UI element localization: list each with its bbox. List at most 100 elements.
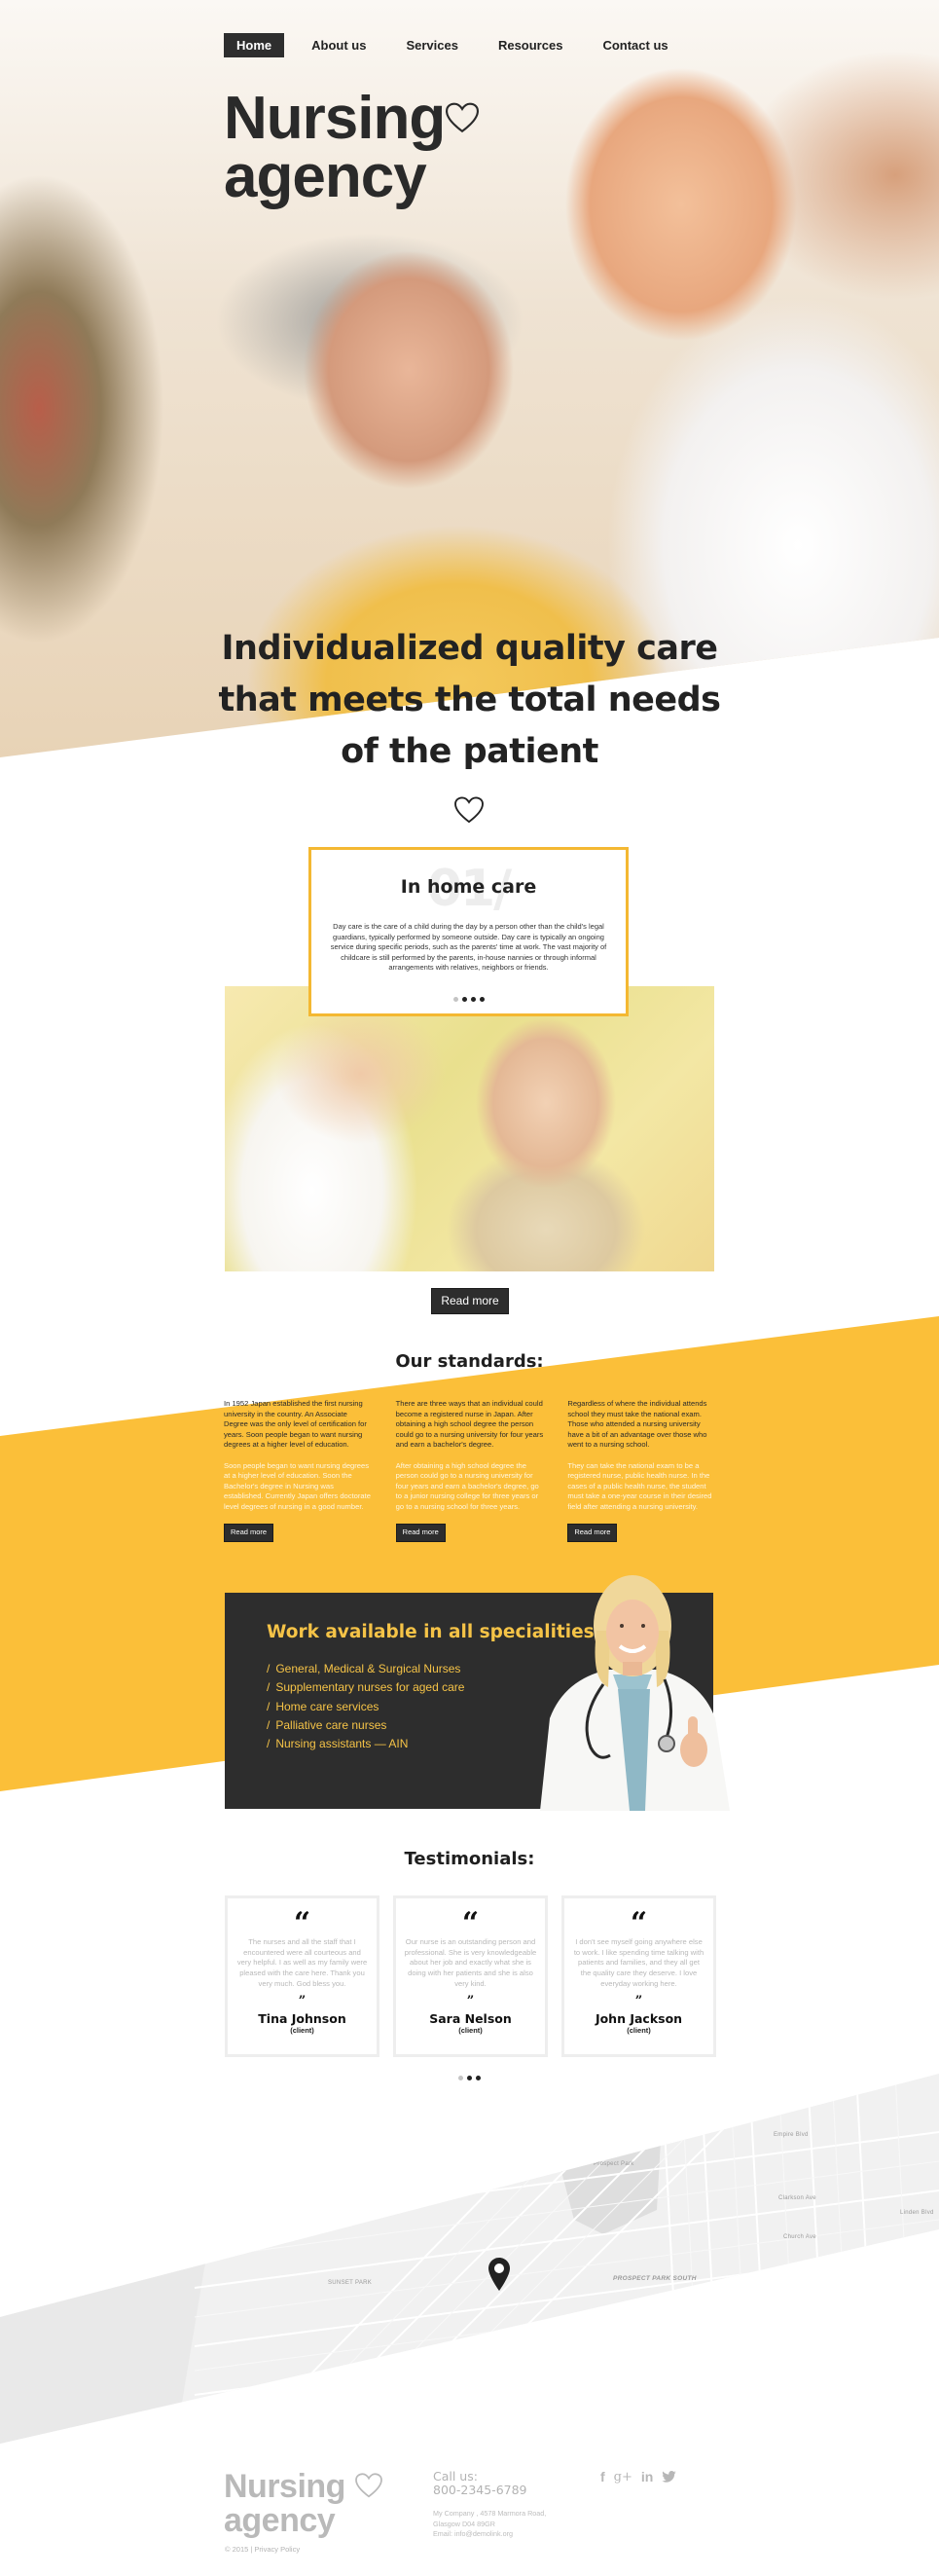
map-pin-icon[interactable] bbox=[488, 2258, 510, 2291]
address-block: My Company , 4578 Marmora Road, Glasgow … bbox=[433, 2509, 546, 2540]
phone-number[interactable]: 800-2345-6789 bbox=[433, 2484, 527, 2497]
open-quote-icon: “ bbox=[630, 1906, 648, 1940]
slider-dot[interactable] bbox=[479, 997, 485, 1002]
map-label: NEW YORK bbox=[8, 2234, 42, 2240]
testimonial-card: “ Our nurse is an outstanding person and… bbox=[393, 1895, 548, 2057]
contact-phone-block: Call us: 800-2345-6789 bbox=[433, 2470, 527, 2497]
tagline-line-3: of the patient bbox=[341, 732, 598, 771]
testimonial-page-dot[interactable] bbox=[458, 2076, 463, 2080]
privacy-policy-link[interactable]: Privacy Policy bbox=[254, 2545, 300, 2554]
heart-outline-icon bbox=[454, 796, 484, 824]
nav-item-resources[interactable]: Resources bbox=[486, 33, 575, 57]
copyright-text: © 2015 | bbox=[225, 2545, 253, 2554]
twitter-icon[interactable] bbox=[662, 2471, 677, 2483]
nav-item-contact-us[interactable]: Contact us bbox=[590, 33, 680, 57]
site-logo[interactable]: Nursing agency bbox=[224, 85, 479, 207]
standards-column: There are three ways that an individual … bbox=[395, 1399, 544, 1542]
logo-line-1: Nursing bbox=[224, 85, 446, 152]
testimonial-text: The nurses and all the staff that I enco… bbox=[236, 1937, 368, 1988]
testimonial-role: (client) bbox=[627, 2025, 651, 2035]
testimonial-card: “ I don't see myself going anywhere else… bbox=[561, 1895, 716, 2057]
testimonial-role: (client) bbox=[458, 2025, 483, 2035]
map-label: Clarendon Rd bbox=[786, 2295, 826, 2300]
map-label: Clarkson Ave bbox=[778, 2195, 816, 2201]
speciality-label: General, Medical & Surgical Nurses bbox=[275, 1662, 461, 1675]
footer-logo[interactable]: Nursing agency bbox=[224, 2468, 382, 2539]
standards-body-text: After obtaining a high school degree the… bbox=[395, 1460, 539, 1511]
map-label: BOROUGH PARK bbox=[469, 2385, 525, 2392]
specialities-list: / General, Medical & Surgical Nurses / Sup… bbox=[267, 1660, 464, 1753]
open-quote-icon: “ bbox=[293, 1906, 311, 1940]
heart-outline-icon bbox=[355, 2473, 382, 2498]
read-more-button[interactable]: Read more bbox=[567, 1524, 618, 1542]
map-label: NEW JERSEY bbox=[2, 2227, 44, 2233]
main-nav: Home About us Services Resources Contact… bbox=[224, 33, 696, 57]
slider-dot[interactable] bbox=[452, 997, 458, 1002]
nav-item-about-us[interactable]: About us bbox=[299, 33, 379, 57]
linkedin-icon[interactable]: in bbox=[641, 2469, 653, 2484]
service-description: Day care is the care of a child during t… bbox=[330, 922, 607, 972]
tagline-line-2: that meets the total needs bbox=[218, 681, 721, 719]
slash-bullet: / bbox=[267, 1699, 271, 1713]
call-us-label: Call us: bbox=[433, 2469, 478, 2484]
footer-logo-line-2: agency bbox=[224, 2502, 336, 2539]
speciality-label: Palliative care nurses bbox=[275, 1717, 387, 1732]
facebook-icon[interactable]: f bbox=[600, 2469, 605, 2484]
service-title: In home care bbox=[400, 876, 537, 898]
map-label: SUNSET PARK bbox=[328, 2280, 373, 2286]
standards-body-text: They can take the national exam to be a … bbox=[567, 1460, 712, 1511]
testimonial-card: “ The nurses and all the staff that I en… bbox=[225, 1895, 379, 2057]
map-label: Avenue D bbox=[791, 2313, 819, 2319]
testimonial-page-dot[interactable] bbox=[467, 2076, 472, 2080]
testimonials-pagination bbox=[0, 2076, 939, 2080]
map-label: Church Ave bbox=[783, 2234, 816, 2240]
testimonial-text: I don't see myself going anywhere else t… bbox=[573, 1937, 704, 1988]
slider-dot[interactable] bbox=[470, 997, 476, 1002]
testimonial-author: Sara Nelson bbox=[429, 2010, 512, 2026]
testimonials-list: “ The nurses and all the staff that I en… bbox=[225, 1895, 716, 2057]
slider-dot[interactable] bbox=[461, 997, 467, 1002]
footer-logo-line-1: Nursing bbox=[224, 2468, 345, 2505]
read-more-button[interactable]: Read more bbox=[395, 1524, 446, 1542]
map-label: FLATBUSH - DITMAS PARK bbox=[632, 2314, 722, 2321]
speciality-item: / Nursing assistants — AIN bbox=[267, 1735, 464, 1753]
doctor-thumbs-up-photo bbox=[540, 1575, 730, 1811]
standards-body-text: Soon people began to want nursing degree… bbox=[224, 1460, 371, 1511]
map-label: PROSPECT PARK SOUTH bbox=[613, 2275, 697, 2282]
testimonial-author: Tina Johnson bbox=[258, 2010, 346, 2026]
speciality-label: Nursing assistants — AIN bbox=[275, 1737, 409, 1751]
email-link[interactable]: Email: info@demolink.org bbox=[433, 2529, 546, 2540]
google-plus-icon[interactable]: g+ bbox=[614, 2470, 632, 2484]
map-label: Foster Ave bbox=[791, 2332, 822, 2337]
speciality-label: Supplementary nurses for aged care bbox=[275, 1680, 465, 1695]
map-label: SOUTH SLOPE bbox=[481, 2159, 525, 2165]
standards-title: Our standards: bbox=[395, 1351, 544, 1372]
nav-item-services[interactable]: Services bbox=[393, 33, 471, 57]
address-line-1: My Company , 4578 Marmora Road, bbox=[433, 2509, 547, 2518]
map-label: Prospect Park bbox=[594, 2161, 634, 2167]
read-more-button[interactable]: Read more bbox=[224, 1524, 274, 1542]
speciality-item: / Palliative care nurses bbox=[267, 1716, 464, 1735]
speciality-item: / Supplementary nurses for aged care bbox=[267, 1678, 464, 1697]
slash-bullet: / bbox=[267, 1662, 271, 1675]
location-map[interactable]: NEW JERSEY NEW YORK SUNSET PARK SOUTH SL… bbox=[0, 2074, 939, 2444]
service-card: 01/ In home care Day care is the care of… bbox=[308, 847, 629, 1016]
standards-lead-text: In 1952 Japan established the first nurs… bbox=[224, 1399, 367, 1449]
open-quote-icon: “ bbox=[461, 1906, 480, 1940]
nav-item-home[interactable]: Home bbox=[224, 33, 285, 57]
map-label: Empire Blvd bbox=[774, 2132, 809, 2138]
hero-tagline: Individualized quality care that meets t… bbox=[0, 623, 939, 778]
read-more-button[interactable]: Read more bbox=[431, 1288, 509, 1314]
testimonial-page-dot[interactable] bbox=[476, 2076, 481, 2080]
tagline-line-1: Individualized quality care bbox=[221, 629, 718, 668]
social-links: f g+ in bbox=[600, 2469, 677, 2484]
slider-pagination bbox=[311, 997, 626, 1002]
standards-lead-text: There are three ways that an individual … bbox=[395, 1399, 544, 1449]
map-label: KENSINGTON bbox=[562, 2342, 608, 2349]
slash-bullet: / bbox=[267, 1680, 271, 1695]
testimonials-title: Testimonials: bbox=[404, 1849, 535, 1869]
close-quote-icon: ” bbox=[298, 1993, 307, 2008]
copyright: © 2015 | Privacy Policy bbox=[225, 2545, 300, 2554]
map-label: EAST FLATBUSH bbox=[825, 2295, 882, 2301]
heart-outline-icon bbox=[446, 102, 479, 133]
